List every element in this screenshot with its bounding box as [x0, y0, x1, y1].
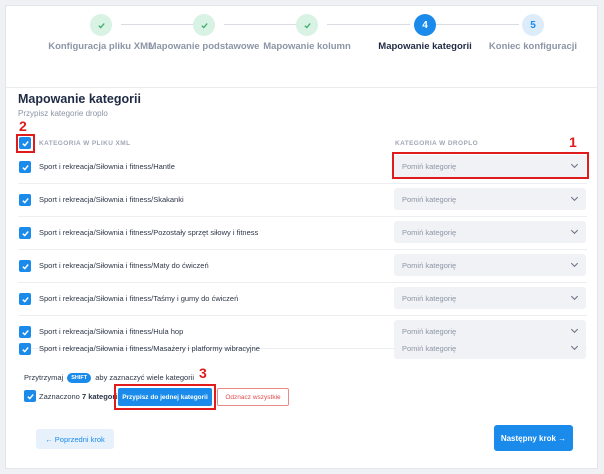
step-label: Mapowanie podstawowe — [148, 41, 260, 52]
xml-category-path: Sport i rekreacja/Siłownia i fitness/Ska… — [39, 195, 184, 204]
check-icon — [21, 296, 29, 303]
step-3[interactable]: Mapowanie kolumn — [247, 14, 367, 52]
select-value: Pomiń kategorię — [402, 294, 457, 303]
selected-checkbox[interactable] — [24, 390, 36, 402]
annotation-box-3 — [114, 384, 216, 410]
annotation-number-1: 1 — [569, 134, 577, 150]
check-icon — [21, 164, 29, 171]
column-header-xml: KATEGORIA W PLIKU XML — [39, 140, 131, 147]
wizard-stepper: Konfiguracja pliku XML Mapowanie podstaw… — [6, 6, 599, 88]
shift-hint: Przytrzymaj SHIFT aby zaznaczyć wiele ka… — [24, 373, 195, 384]
row-checkbox[interactable] — [19, 293, 31, 305]
check-icon — [26, 393, 34, 400]
annotation-number-2: 2 — [19, 118, 27, 134]
step-number: 4 — [414, 14, 436, 36]
select-value: Pomiń kategorię — [402, 261, 457, 270]
next-step-button[interactable]: Następny krok → — [494, 425, 573, 451]
row-checkbox[interactable] — [19, 343, 31, 355]
step-label: Konfiguracja pliku XML — [48, 41, 154, 52]
check-icon — [21, 230, 29, 237]
check-icon — [296, 14, 318, 36]
row-checkbox[interactable] — [19, 194, 31, 206]
annotation-box-2 — [16, 134, 35, 153]
chevron-down-icon — [570, 229, 579, 235]
chevron-down-icon — [570, 196, 579, 202]
selected-prefix: Zaznaczono — [39, 392, 80, 401]
section-title: Mapowanie kategorii — [18, 92, 141, 106]
selected-count: Zaznaczono 7 kategorii — [39, 392, 119, 401]
chevron-down-icon — [570, 345, 579, 351]
section-subtitle: Przypisz kategorie droplo — [18, 109, 108, 118]
hint-text: Przytrzymaj — [24, 373, 64, 382]
xml-category-path: Sport i rekreacja/Siłownia i fitness/Mas… — [39, 344, 260, 353]
xml-category-path: Sport i rekreacja/Siłownia i fitness/Mat… — [39, 261, 209, 270]
unmark-all-button[interactable]: Odznacz wszystkie — [217, 388, 289, 406]
droplo-category-select[interactable]: Pomiń kategorię — [394, 254, 586, 276]
step-label: Koniec konfiguracji — [488, 41, 578, 52]
check-icon — [90, 14, 112, 36]
select-value: Pomiń kategorię — [402, 228, 457, 237]
category-row: Sport i rekreacja/Siłownia i fitness/Mas… — [6, 333, 599, 366]
select-value: Pomiń kategorię — [402, 344, 457, 353]
step-2[interactable]: Mapowanie podstawowe — [144, 14, 264, 52]
select-value: Pomiń kategorię — [402, 195, 457, 204]
previous-step-button[interactable]: ← Poprzedni krok — [36, 429, 114, 449]
column-header-droplo: KATEGORIA W DROPLO — [395, 140, 479, 147]
step-4[interactable]: 4 Mapowanie kategorii — [365, 14, 485, 52]
row-checkbox[interactable] — [19, 260, 31, 272]
step-1[interactable]: Konfiguracja pliku XML — [41, 14, 161, 52]
droplo-category-select[interactable]: Pomiń kategorię — [394, 221, 586, 243]
chevron-down-icon — [570, 262, 579, 268]
check-icon — [21, 263, 29, 270]
annotation-box-1 — [392, 152, 589, 179]
step-label: Mapowanie kategorii — [378, 41, 472, 52]
chevron-down-icon — [570, 295, 579, 301]
xml-category-path: Sport i rekreacja/Siłownia i fitness/Taś… — [39, 294, 239, 303]
category-row: Sport i rekreacja/Siłownia i fitness/Poz… — [6, 217, 599, 250]
xml-category-path: Sport i rekreacja/Siłownia i fitness/Poz… — [39, 228, 259, 237]
shift-key-badge: SHIFT — [67, 373, 92, 384]
category-row: Sport i rekreacja/Siłownia i fitness/Taś… — [6, 283, 599, 316]
row-checkbox[interactable] — [19, 161, 31, 173]
row-checkbox[interactable] — [19, 227, 31, 239]
step-label: Mapowanie kolumn — [263, 41, 351, 52]
check-icon — [21, 197, 29, 204]
hint-text: aby zaznaczyć wiele kategorii — [95, 373, 195, 382]
category-row: Sport i rekreacja/Siłownia i fitness/Mat… — [6, 250, 599, 283]
step-5[interactable]: 5 Koniec konfiguracji — [473, 14, 593, 52]
droplo-category-select[interactable]: Pomiń kategorię — [394, 188, 586, 210]
step-number: 5 — [522, 14, 544, 36]
category-row: Sport i rekreacja/Siłownia i fitness/Ska… — [6, 184, 599, 217]
droplo-category-select[interactable]: Pomiń kategorię — [394, 337, 586, 359]
droplo-category-select[interactable]: Pomiń kategorię — [394, 287, 586, 309]
xml-category-path: Sport i rekreacja/Siłownia i fitness/Han… — [39, 162, 175, 171]
annotation-number-3: 3 — [199, 365, 207, 381]
check-icon — [21, 346, 29, 353]
category-mapping-card: Konfiguracja pliku XML Mapowanie podstaw… — [5, 5, 599, 469]
check-icon — [193, 14, 215, 36]
